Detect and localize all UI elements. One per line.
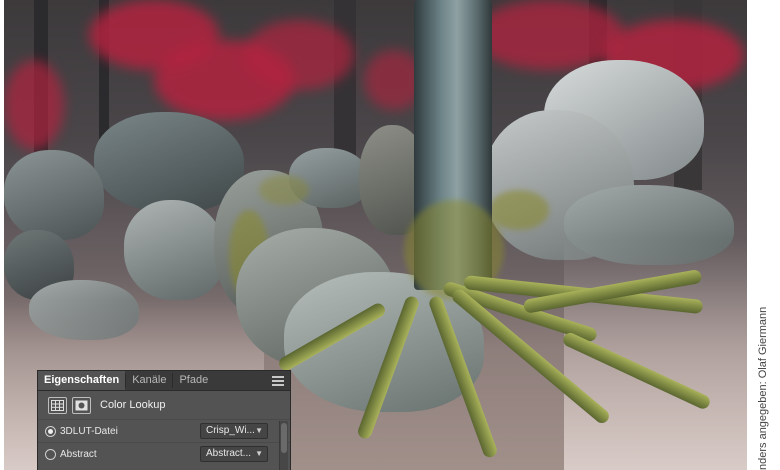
adjustment-header: Color Lookup bbox=[38, 391, 290, 419]
panel-scrollbar[interactable] bbox=[279, 421, 288, 470]
radio-3dlut[interactable] bbox=[45, 425, 56, 437]
adjustment-grid-icon bbox=[48, 396, 67, 414]
tab-eigenschaften[interactable]: Eigenschaften bbox=[38, 371, 126, 390]
photo-credit: nders angegeben: Olaf Giermann bbox=[757, 306, 769, 470]
scrollbar-thumb[interactable] bbox=[281, 423, 287, 453]
option-label-abstract: Abstract bbox=[60, 448, 97, 460]
dropdown-abstract[interactable]: Abstract... ▼ bbox=[200, 446, 268, 462]
panel-tab-bar: Eigenschaften Kanäle Pfade bbox=[38, 371, 290, 391]
dropdown-value-abstract: Abstract... bbox=[206, 448, 252, 459]
option-label-3dlut: 3DLUT-Datei bbox=[60, 425, 118, 437]
option-row-abstract: Abstract Abstract... ▼ bbox=[38, 442, 290, 465]
chevron-down-icon: ▼ bbox=[255, 449, 263, 458]
radio-abstract[interactable] bbox=[45, 448, 56, 460]
adjustment-title: Color Lookup bbox=[100, 399, 166, 411]
dropdown-value-3dlut: Crisp_Wi... bbox=[206, 425, 255, 436]
option-row-3dlut: 3DLUT-Datei Crisp_Wi... ▼ bbox=[38, 419, 290, 442]
panel-menu-icon[interactable] bbox=[272, 376, 284, 386]
tab-kanaele[interactable]: Kanäle bbox=[126, 371, 172, 390]
tab-pfade[interactable]: Pfade bbox=[173, 371, 214, 390]
properties-panel: Eigenschaften Kanäle Pfade Color Lookup bbox=[37, 370, 291, 470]
layer-mask-icon[interactable] bbox=[72, 396, 91, 414]
dropdown-3dlut[interactable]: Crisp_Wi... ▼ bbox=[200, 423, 268, 439]
chevron-down-icon: ▼ bbox=[255, 426, 263, 435]
